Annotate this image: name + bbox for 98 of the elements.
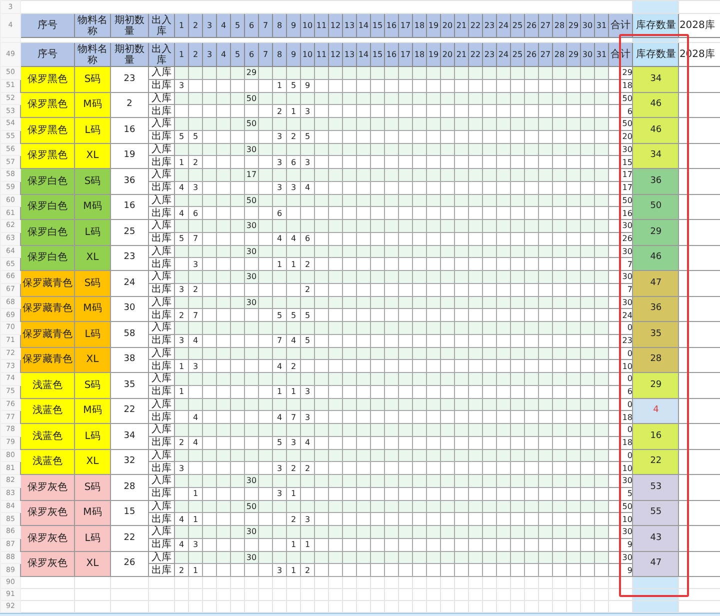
size-cell: M码	[74, 92, 110, 118]
product-name-cell: 保罗藏青色	[20, 347, 74, 372]
size-cell: M码	[74, 296, 110, 322]
size-cell: M码	[74, 194, 110, 220]
product-name-cell: 保罗灰色	[20, 551, 74, 576]
opening-qty-cell: 24	[110, 270, 148, 296]
product-name-cell: 保罗灰色	[20, 500, 74, 526]
total-cell: 20	[608, 130, 633, 143]
stock-cell: 47	[632, 551, 679, 576]
product-name-cell: 保罗白色	[20, 194, 74, 220]
size-cell: XL	[74, 449, 110, 474]
column-header: 出入库	[148, 14, 174, 38]
opening-qty-cell: 19	[110, 143, 148, 168]
total-cell: 5	[608, 487, 633, 500]
stock-cell: 34	[632, 66, 679, 92]
opening-qty-cell: 23	[110, 245, 148, 270]
stock-cell: 55	[632, 500, 679, 526]
stock-cell: 36	[632, 296, 679, 322]
stock-cell: 35	[632, 322, 679, 347]
opening-qty-cell: 30	[110, 296, 148, 322]
total-cell: 26	[608, 232, 633, 245]
size-cell: S码	[74, 270, 110, 296]
product-name-cell: 浅蓝色	[20, 372, 74, 398]
stock-cell: 47	[632, 270, 679, 296]
stock-cell: 50	[632, 194, 679, 220]
stock-cell: 46	[632, 118, 679, 143]
product-name-cell: 保罗白色	[20, 245, 74, 270]
total-cell: 7	[608, 283, 633, 296]
product-name-cell: 保罗藏青色	[20, 322, 74, 347]
opening-qty-cell: 34	[110, 424, 148, 449]
size-cell: S码	[74, 474, 110, 500]
product-name-cell: 保罗白色	[20, 220, 74, 245]
opening-qty-cell: 35	[110, 372, 148, 398]
opening-qty-cell: 16	[110, 194, 148, 220]
product-name-cell: 浅蓝色	[20, 424, 74, 449]
opening-qty-cell: 22	[110, 398, 148, 424]
size-cell: XL	[74, 245, 110, 270]
total-cell: 18	[608, 436, 633, 449]
product-name-cell: 保罗灰色	[20, 526, 74, 551]
opening-qty-cell: 32	[110, 449, 148, 474]
column-header: 物料名称	[74, 42, 110, 66]
stock-cell: 43	[632, 526, 679, 551]
opening-qty-cell: 16	[110, 118, 148, 143]
opening-qty-cell: 23	[110, 66, 148, 92]
stock-cell: 53	[632, 474, 679, 500]
opening-qty-cell: 26	[110, 551, 148, 576]
product-name-cell: 保罗灰色	[20, 474, 74, 500]
product-name-cell: 保罗黑色	[20, 143, 74, 168]
opening-qty-cell: 15	[110, 500, 148, 526]
size-cell: S码	[74, 168, 110, 194]
stock-cell: 46	[632, 245, 679, 270]
stock-cell: 29	[632, 372, 679, 398]
stock-cell: 29	[632, 220, 679, 245]
column-header: 物料名称	[74, 14, 110, 38]
product-name-cell: 保罗藏青色	[20, 270, 74, 296]
product-name-cell: 保罗白色	[20, 168, 74, 194]
size-cell: XL	[74, 347, 110, 372]
size-cell: L码	[74, 424, 110, 449]
stock-cell: 4	[632, 398, 679, 424]
size-cell: M码	[74, 398, 110, 424]
size-cell: XL	[74, 551, 110, 576]
stock-cell: 28	[632, 347, 679, 372]
opening-qty-cell: 2	[110, 92, 148, 118]
opening-qty-cell: 38	[110, 347, 148, 372]
total-cell: 18	[608, 79, 633, 92]
size-cell: L码	[74, 220, 110, 245]
size-cell: L码	[74, 526, 110, 551]
product-name-cell: 浅蓝色	[20, 449, 74, 474]
opening-qty-cell: 25	[110, 220, 148, 245]
opening-qty-cell: 22	[110, 526, 148, 551]
size-cell: XL	[74, 143, 110, 168]
size-cell: S码	[74, 66, 110, 92]
total-cell: 23	[608, 334, 633, 347]
column-header: 序号	[20, 14, 74, 38]
column-header: 库存数量	[632, 42, 679, 66]
column-header: 2028库	[678, 14, 720, 38]
total-cell: 9	[608, 538, 633, 551]
product-name-cell: 浅蓝色	[20, 398, 74, 424]
size-cell: L码	[74, 118, 110, 143]
opening-qty-cell: 28	[110, 474, 148, 500]
product-name-cell: 保罗藏青色	[20, 296, 74, 322]
column-header: 出入库	[148, 42, 174, 66]
size-cell: M码	[74, 500, 110, 526]
product-name-cell: 保罗黑色	[20, 92, 74, 118]
product-name-cell: 保罗黑色	[20, 66, 74, 92]
stock-cell: 16	[632, 424, 679, 449]
total-cell: 17	[608, 181, 633, 194]
stock-cell: 46	[632, 92, 679, 118]
stock-cell: 22	[632, 449, 679, 474]
opening-qty-cell: 58	[110, 322, 148, 347]
total-cell: 6	[608, 385, 633, 398]
size-cell: S码	[74, 372, 110, 398]
stock-cell: 36	[632, 168, 679, 194]
stock-cell: 34	[632, 143, 679, 168]
opening-qty-cell: 36	[110, 168, 148, 194]
column-header: 序号	[20, 42, 74, 66]
size-cell: L码	[74, 322, 110, 347]
product-name-cell: 保罗黑色	[20, 118, 74, 143]
